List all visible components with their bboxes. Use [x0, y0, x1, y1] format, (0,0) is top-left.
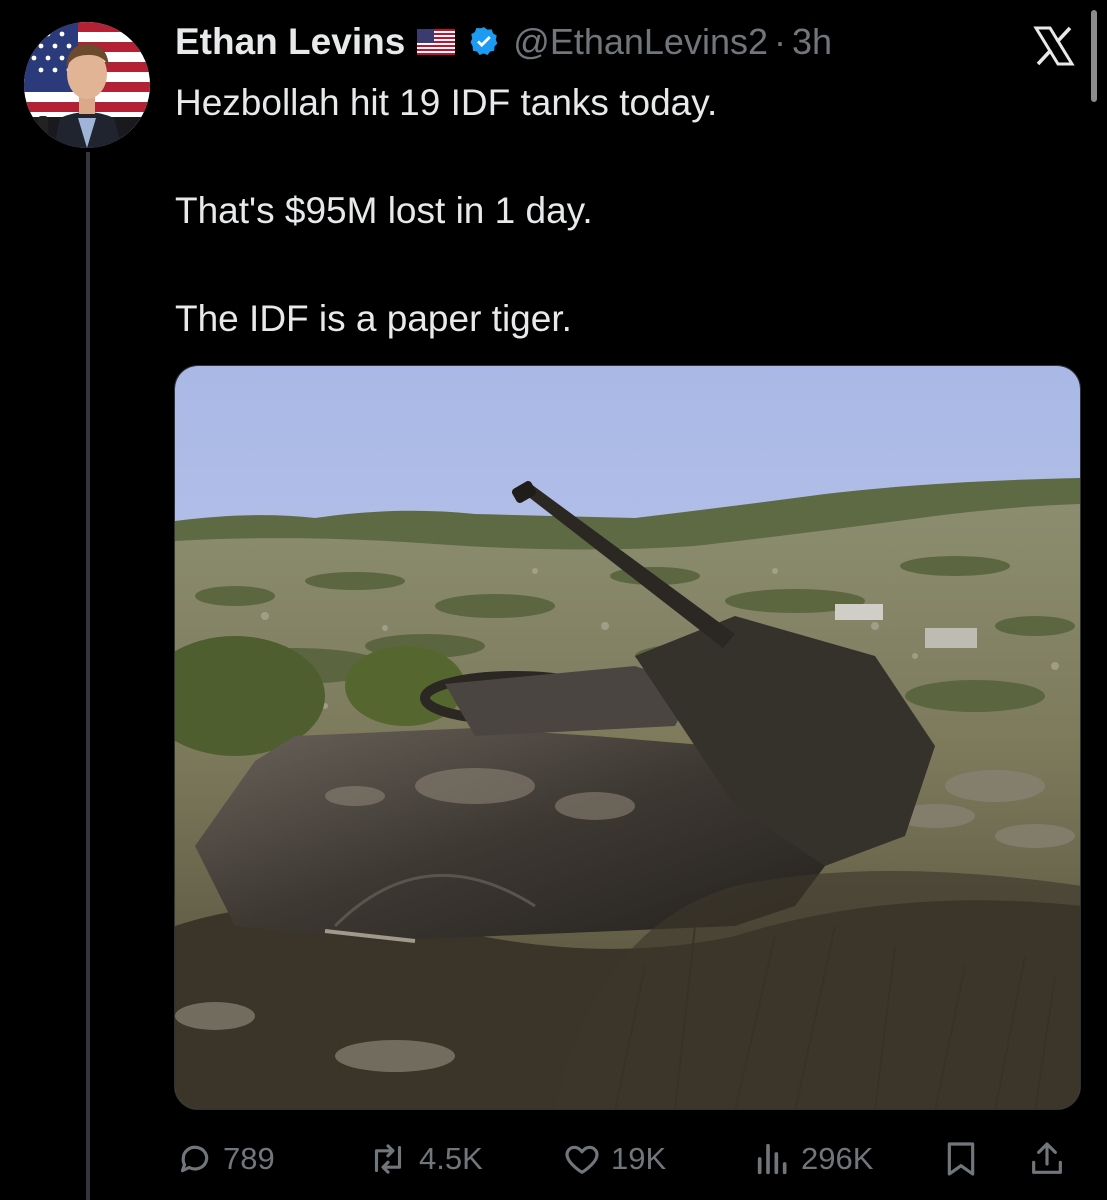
destroyed-tank-photo: [175, 366, 1080, 1109]
tweet-timestamp[interactable]: 3h: [792, 21, 832, 63]
views-button[interactable]: 296K: [753, 1133, 873, 1185]
avatar-image: [24, 22, 150, 148]
repost-icon: [374, 1144, 402, 1174]
share-icon: [1032, 1142, 1062, 1174]
tweet-line: The IDF is a paper tiger.: [175, 298, 572, 339]
us-flag-icon: [417, 29, 456, 55]
tweet-header: Ethan Levins @EthanLevins2 · 3h: [175, 18, 832, 66]
tweet-text: Hezbollah hit 19 IDF tanks today. That's…: [175, 76, 1055, 346]
repost-button[interactable]: 4.5K: [365, 1133, 483, 1185]
views-count: 296K: [801, 1141, 874, 1176]
author-handle[interactable]: @EthanLevins2: [513, 21, 768, 63]
like-button[interactable]: 19K: [561, 1133, 666, 1185]
reply-icon: [180, 1145, 209, 1173]
reply-count: 789: [223, 1141, 275, 1176]
thread-line: [86, 152, 90, 1200]
like-count: 19K: [611, 1141, 667, 1176]
display-name[interactable]: Ethan Levins: [175, 21, 405, 63]
tweet-line: That's $95M lost in 1 day.: [175, 190, 593, 231]
views-icon: [757, 1143, 787, 1175]
bookmark-icon: [947, 1142, 975, 1176]
tweet-line: Hezbollah hit 19 IDF tanks today.: [175, 82, 718, 123]
bookmark-button[interactable]: [941, 1133, 981, 1185]
repost-count: 4.5K: [419, 1141, 483, 1176]
share-button[interactable]: [1027, 1133, 1067, 1185]
reply-button[interactable]: 789: [175, 1133, 275, 1185]
tweet-media-photo[interactable]: [174, 365, 1081, 1110]
scrollbar[interactable]: [1091, 10, 1097, 102]
heart-icon: [565, 1145, 599, 1174]
separator-dot: ·: [774, 21, 786, 62]
x-logo-icon[interactable]: [1030, 22, 1078, 70]
verified-icon: [467, 25, 501, 59]
avatar[interactable]: [24, 22, 150, 148]
tweet-actions: 789 4.5K 19K 296K: [175, 1133, 1085, 1185]
